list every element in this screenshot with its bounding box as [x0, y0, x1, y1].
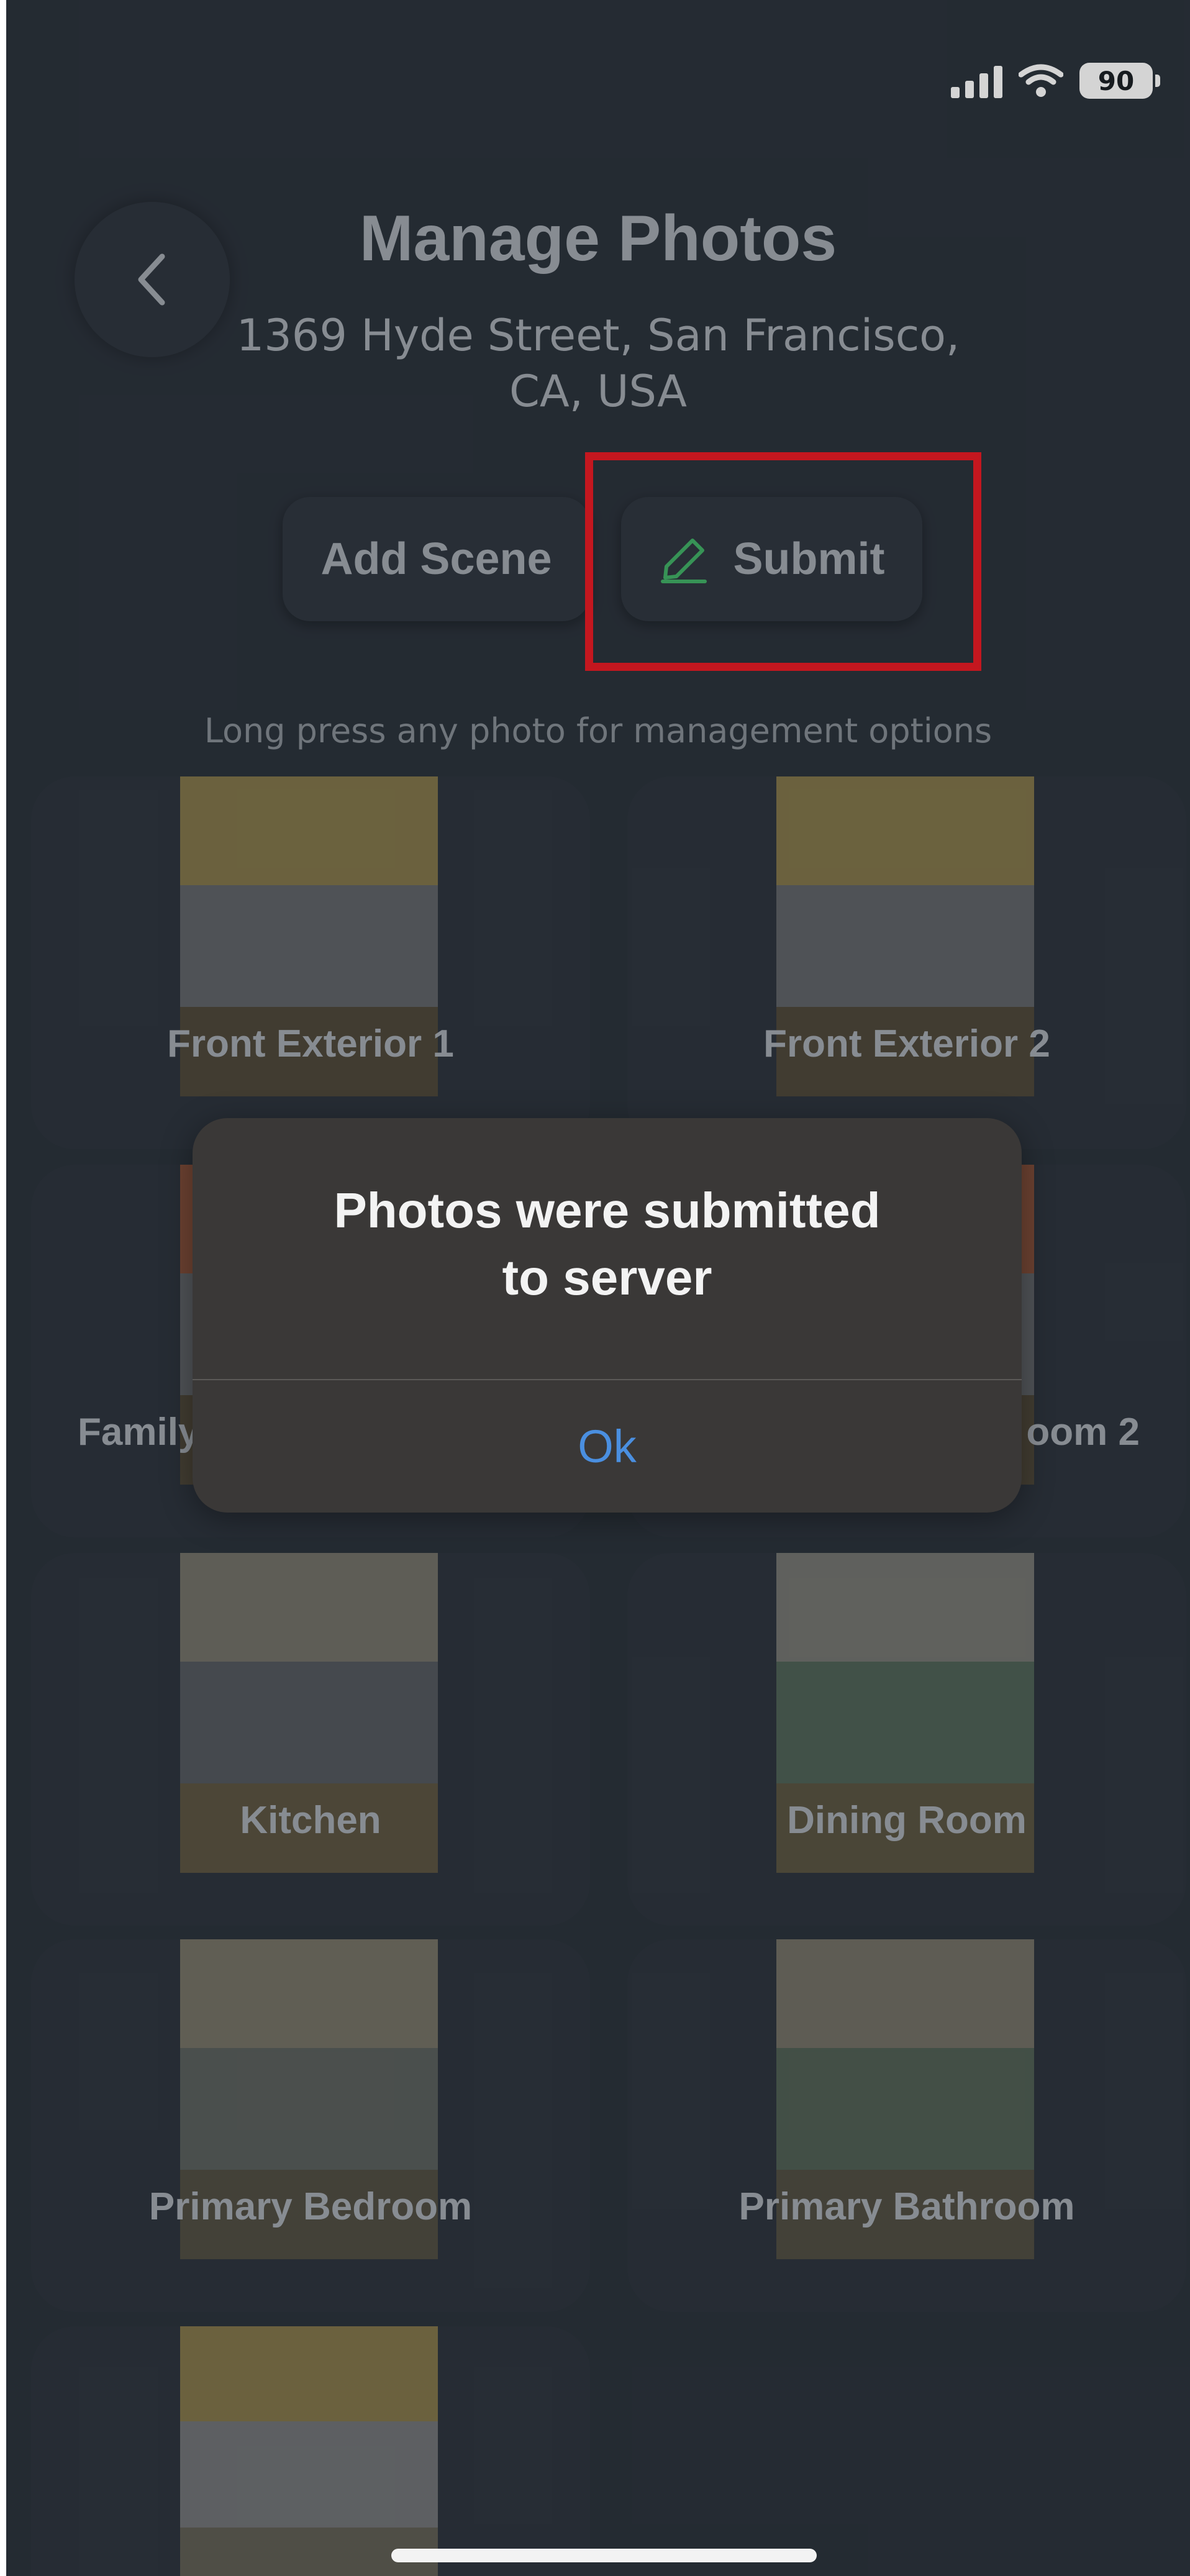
home-indicator[interactable] [391, 2549, 817, 2562]
alert-ok-button[interactable]: Ok [193, 1380, 1022, 1513]
app-screen: 90 Manage Photos 1369 Hyde Street, San F… [6, 0, 1190, 2576]
alert-message: Photos were submitted to server [267, 1177, 947, 1311]
alert-message-line-1: Photos were submitted [334, 1183, 881, 1238]
alert-message-line-2: to server [502, 1250, 712, 1305]
alert-dialog: Photos were submitted to server Ok [193, 1118, 1022, 1513]
